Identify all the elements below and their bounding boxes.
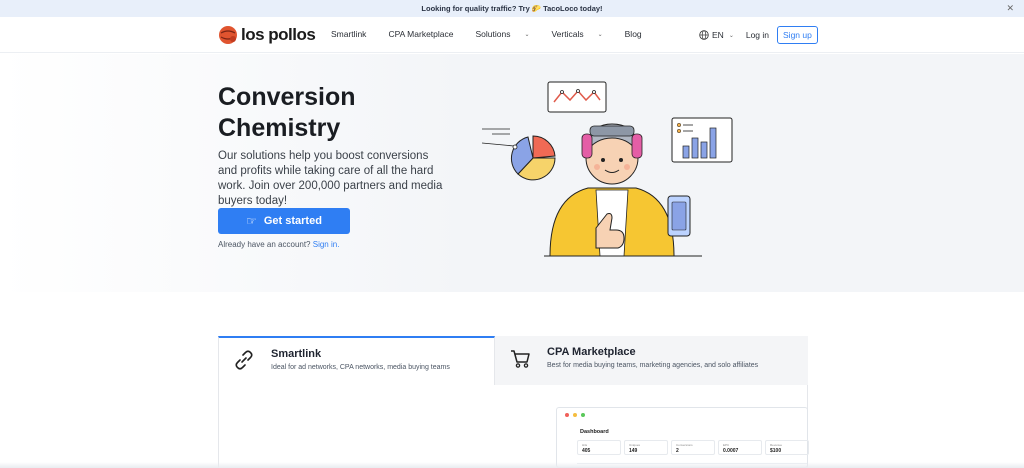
hero-description: Our solutions help you boost conversions… xyxy=(218,150,443,207)
stat-label: Uniques xyxy=(629,443,641,447)
nav-label: Verticals xyxy=(551,29,584,39)
cta-label: Get started xyxy=(263,215,322,227)
globe-icon xyxy=(699,30,709,40)
stat-label: Revenue xyxy=(770,443,783,447)
chevron-down-icon: ⌄ xyxy=(597,31,603,38)
main-menu: Smartlink CPA Marketplace Solutions ⌄ Ver… xyxy=(331,29,664,39)
minimize-dot xyxy=(573,413,577,417)
stat-card: Uniques 149 xyxy=(624,440,668,455)
tab-title: Smartlink xyxy=(271,348,322,360)
nav-solutions[interactable]: Solutions ⌄ xyxy=(475,29,540,39)
stat-value: 0.0007 xyxy=(723,448,739,454)
signup-button[interactable]: Sign up xyxy=(777,26,818,44)
signin-link[interactable]: Sign in. xyxy=(313,240,340,249)
language-label: EN xyxy=(712,30,724,40)
stat-value: 149 xyxy=(629,448,638,454)
window-controls xyxy=(565,413,585,417)
hero-section: Conversion Chemistry Our solutions help y… xyxy=(0,54,1024,292)
get-started-button[interactable]: ☞ Get started xyxy=(218,208,350,234)
nav-label: Solutions xyxy=(475,29,511,39)
nav-label: CPA Marketplace xyxy=(388,29,454,39)
dashboard-title: Dashboard xyxy=(580,429,609,435)
tab-cpa-marketplace[interactable]: CPA Marketplace Best for media buying te… xyxy=(495,336,808,385)
dashboard-preview: Dashboard Hits 405 Uniques 149 Conversions… xyxy=(556,407,809,468)
top-nav: los pollos Smartlink CPA Marketplace Sol… xyxy=(0,17,1024,53)
nav-label: Smartlink xyxy=(331,29,367,39)
nav-verticals[interactable]: Verticals ⌄ xyxy=(551,29,613,39)
stat-card: Revenue $100 xyxy=(765,440,809,455)
tab-subtitle: Ideal for ad networks, CPA networks, med… xyxy=(271,364,450,371)
nav-smartlink[interactable]: Smartlink xyxy=(331,29,377,39)
stat-card: EPC 0.0007 xyxy=(718,440,762,455)
hero-title: Conversion Chemistry xyxy=(218,82,418,144)
stat-label: Conversions xyxy=(676,443,693,447)
right-nav: EN ⌄ Log in Sign up xyxy=(699,26,818,44)
hero-title-line1: Conversion xyxy=(218,83,356,111)
nav-cpa-marketplace[interactable]: CPA Marketplace xyxy=(388,29,464,39)
banner-text-before: Looking for quality traffic? Try xyxy=(421,4,530,13)
nav-label: Blog xyxy=(624,29,642,39)
close-icon[interactable]: ✕ xyxy=(1006,3,1014,14)
hero-illustration xyxy=(481,81,733,257)
language-selector[interactable]: EN ⌄ xyxy=(699,30,734,40)
bottom-shadow xyxy=(0,462,1024,468)
chevron-down-icon: ⌄ xyxy=(524,31,530,38)
tab-smartlink[interactable]: Smartlink Ideal for ad networks, CPA net… xyxy=(218,336,495,385)
signin-prompt-text: Already have an account? xyxy=(218,240,313,249)
chevron-down-icon: ⌄ xyxy=(728,32,734,39)
stat-card: Conversions 2 xyxy=(671,440,715,455)
product-tabs: Smartlink Ideal for ad networks, CPA net… xyxy=(218,336,808,386)
logo[interactable]: los pollos xyxy=(218,25,316,45)
promo-banner: Looking for quality traffic? Try 🌮 TacoL… xyxy=(0,0,1024,17)
signin-prompt: Already have an account? Sign in. xyxy=(218,240,339,249)
taco-icon: 🌮 xyxy=(531,4,542,13)
link-icon xyxy=(235,350,253,370)
hero-title-line2: Chemistry xyxy=(218,114,341,142)
close-dot xyxy=(565,413,569,417)
tab-title: CPA Marketplace xyxy=(547,346,636,358)
cart-icon xyxy=(511,350,530,368)
banner-text-after: TacoLoco today! xyxy=(543,4,603,13)
logo-text: los pollos xyxy=(241,25,316,44)
chicken-ball-icon xyxy=(219,26,237,44)
maximize-dot xyxy=(581,413,585,417)
stat-label: EPC xyxy=(723,443,730,447)
login-link[interactable]: Log in xyxy=(746,30,769,40)
nav-blog[interactable]: Blog xyxy=(625,29,653,39)
pointing-hand-icon: ☞ xyxy=(246,214,257,228)
stat-label: Hits xyxy=(582,443,588,447)
tab-subtitle: Best for media buying teams, marketing a… xyxy=(547,362,759,369)
dashboard-stats: Hits 405 Uniques 149 Conversions 2 EPC 0.000… xyxy=(577,440,809,455)
stat-value: $100 xyxy=(770,448,782,454)
stat-value: 2 xyxy=(676,448,679,454)
stat-card: Hits 405 xyxy=(577,440,621,455)
stat-value: 405 xyxy=(582,448,591,454)
